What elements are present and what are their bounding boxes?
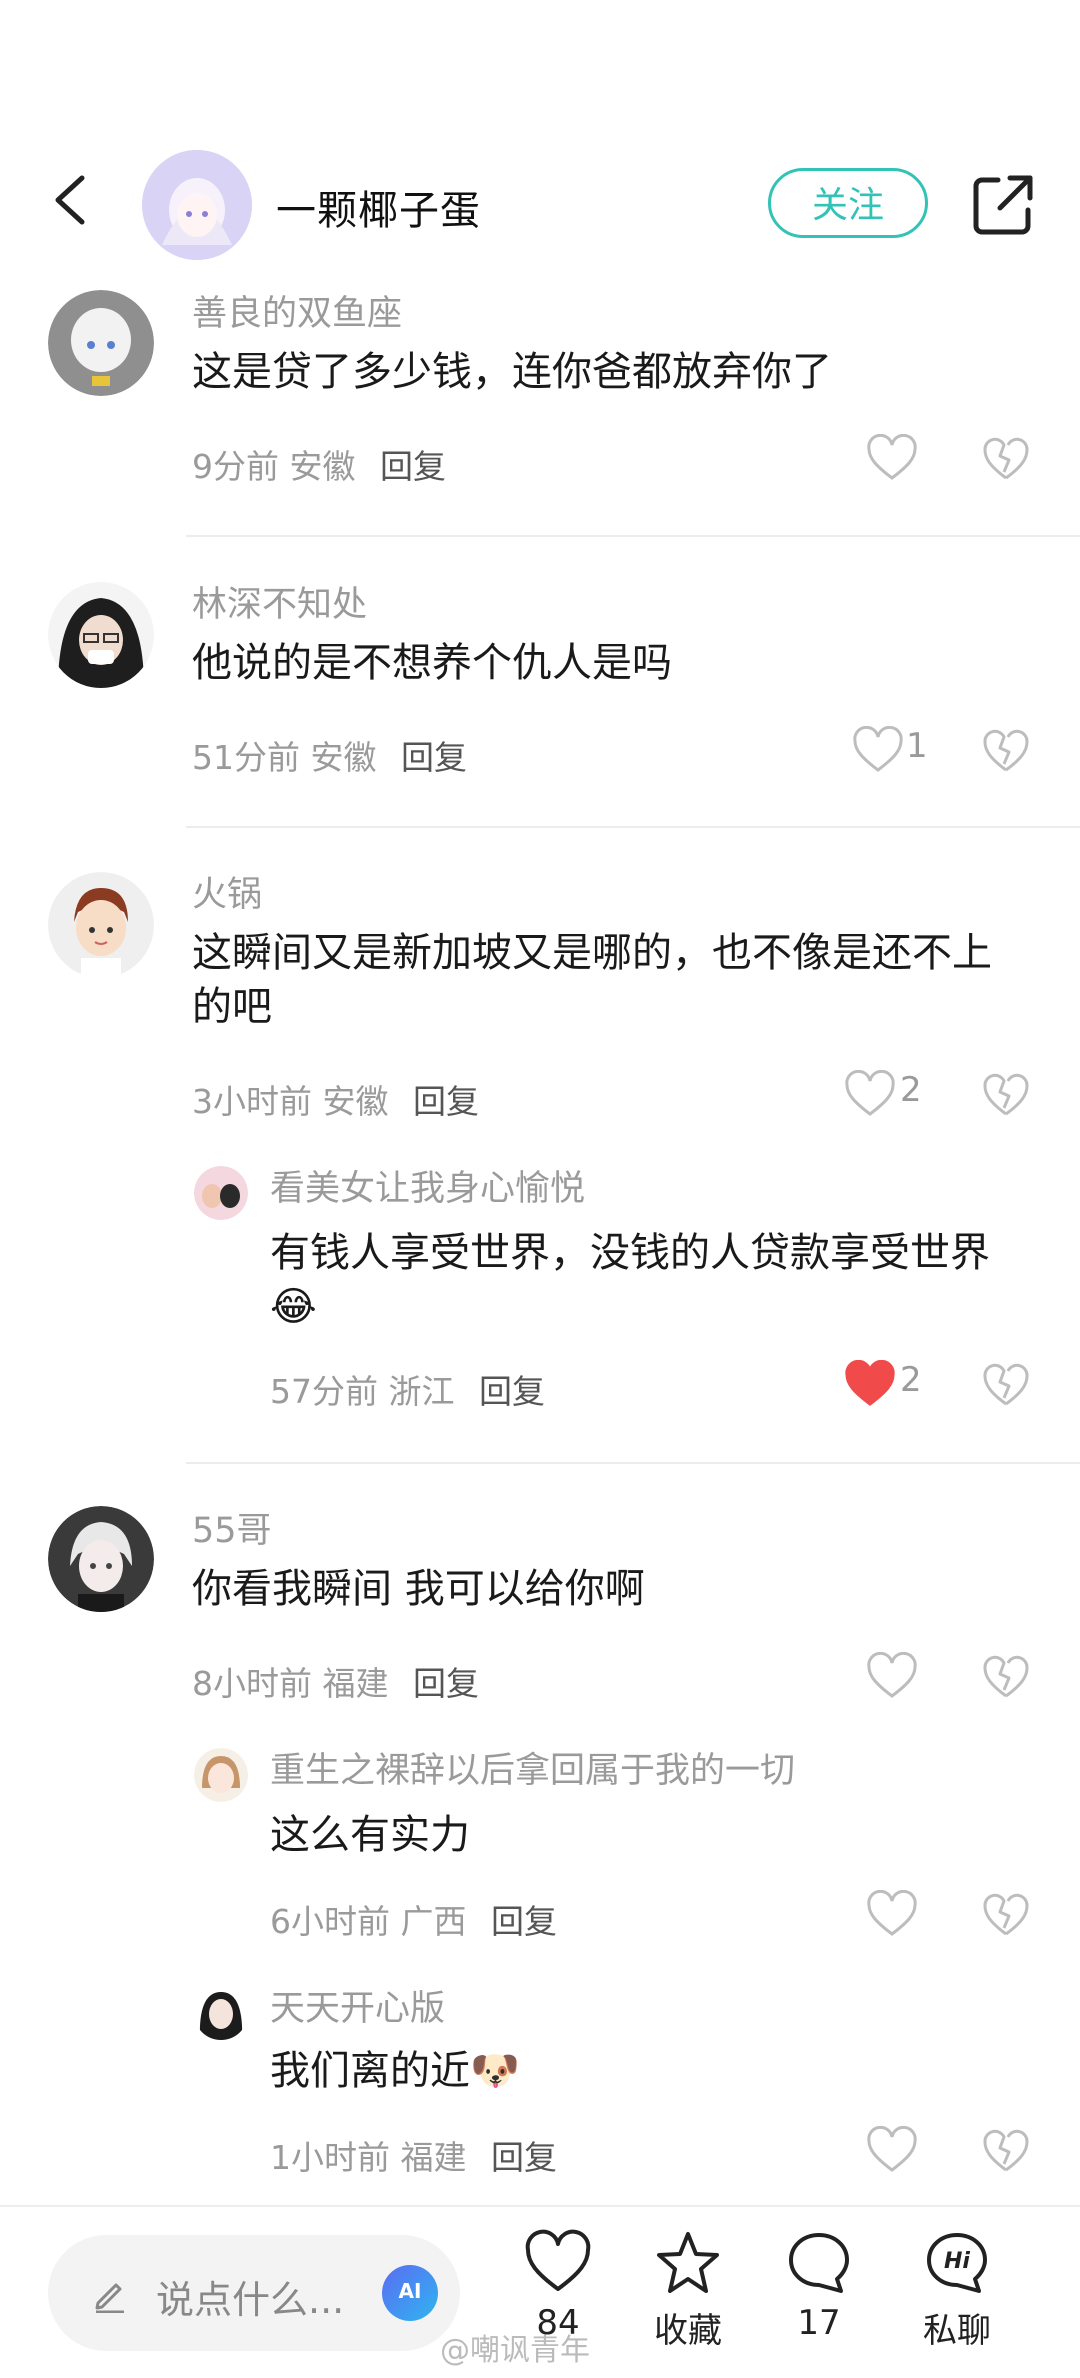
chat-hi-text: Hi — [944, 2249, 970, 2274]
reply-text: 我们离的近🐶 — [270, 2048, 520, 2094]
comment-location: 安徽 — [322, 1082, 389, 1121]
heart-icon — [525, 2229, 591, 2291]
back-arrow-icon[interactable] — [44, 170, 104, 230]
commenter-avatar[interactable] — [48, 1506, 154, 1612]
heart-icon[interactable] — [852, 726, 904, 774]
top-header: 一颗椰子蛋 关注 — [0, 0, 1080, 290]
private-chat-button[interactable]: Hi 私聊 — [902, 2229, 1012, 2352]
ai-assistant-button[interactable]: AI — [382, 2265, 438, 2321]
comment-time: 8小时前 — [192, 1664, 312, 1703]
comment-meta: 9分前 安徽 回复 — [192, 440, 446, 488]
reply-button[interactable]: 回复 — [491, 2138, 557, 2177]
follow-button[interactable]: 关注 — [768, 168, 928, 238]
author-name[interactable]: 一颗椰子蛋 — [276, 178, 481, 236]
comment-meta: 3小时前 安徽 回复 — [192, 1075, 479, 1123]
commenter-avatar[interactable] — [48, 582, 154, 688]
like-count: 2 — [900, 1070, 922, 1110]
reply-location: 广西 — [400, 1902, 467, 1941]
reply-location: 福建 — [400, 2138, 467, 2177]
comment-location: 安徽 — [289, 447, 356, 486]
reply-button[interactable]: 回复 — [401, 738, 467, 777]
heart-icon[interactable] — [866, 2126, 918, 2174]
reply-button[interactable]: 回复 — [380, 447, 446, 486]
comment-location: 福建 — [322, 1664, 389, 1703]
comment-username[interactable]: 林深不知处 — [192, 576, 367, 627]
chat-label: 私聊 — [923, 2311, 991, 2351]
reply-text: 这么有实力 — [270, 1812, 470, 1858]
reply-time: 6小时前 — [270, 1902, 390, 1941]
reply-meta: 1小时前 福建 回复 — [270, 2131, 557, 2179]
reply-button[interactable]: 回复 — [413, 1664, 479, 1703]
reply-text: 有钱人享受世界，没钱的人贷款享受世界😂 — [270, 1230, 990, 1330]
comment-text: 这是贷了多少钱，连你爸都放弃你了 — [192, 349, 832, 395]
chat-hi-icon: Hi — [927, 2233, 987, 2293]
broken-heart-icon[interactable] — [982, 434, 1030, 482]
comment-time: 51分前 — [192, 738, 300, 777]
heart-icon[interactable] — [866, 434, 918, 482]
broken-heart-icon[interactable] — [982, 1652, 1030, 1700]
comment-username[interactable]: 火锅 — [192, 866, 262, 917]
divider — [186, 535, 1080, 537]
reply-username[interactable]: 天天开心版 — [270, 1980, 445, 2031]
heart-icon[interactable] — [844, 1070, 896, 1118]
divider — [186, 826, 1080, 828]
reply-time: 57分前 — [270, 1372, 378, 1411]
comment-username[interactable]: 55哥 — [192, 1502, 272, 1553]
reply-username[interactable]: 看美女让我身心愉悦 — [270, 1160, 585, 1211]
replier-avatar[interactable] — [194, 1748, 248, 1802]
comment-time: 9分前 — [192, 447, 279, 486]
reply-meta: 6小时前 广西 回复 — [270, 1895, 557, 1943]
heart-icon[interactable] — [866, 1890, 918, 1938]
reply-button[interactable]: 回复 — [479, 1372, 545, 1411]
collect-button[interactable]: 收藏 — [633, 2229, 743, 2352]
commenter-avatar[interactable] — [48, 872, 154, 978]
commenter-avatar[interactable] — [48, 290, 154, 396]
broken-heart-icon[interactable] — [982, 726, 1030, 774]
divider — [186, 1462, 1080, 1464]
comment-button[interactable]: 17 — [764, 2229, 874, 2343]
heart-filled-icon[interactable] — [844, 1360, 896, 1408]
comment-input[interactable]: 说点什么... AI — [48, 2235, 460, 2351]
comment-total: 17 — [797, 2303, 841, 2343]
comment-meta: 51分前 安徽 回复 — [192, 731, 467, 779]
comment-input-placeholder: 说点什么... — [156, 2278, 345, 2322]
reply-button[interactable]: 回复 — [413, 1082, 479, 1121]
comment-text: 你看我瞬间 我可以给你啊 — [192, 1566, 645, 1612]
like-count: 1 — [906, 726, 928, 766]
author-avatar[interactable] — [142, 150, 252, 260]
comment-time: 3小时前 — [192, 1082, 312, 1121]
comment-username[interactable]: 善良的双鱼座 — [192, 285, 402, 336]
comment-meta: 8小时前 福建 回复 — [192, 1657, 479, 1705]
like-count: 2 — [900, 1360, 922, 1400]
ai-label: AI — [398, 2279, 422, 2303]
share-icon[interactable] — [968, 170, 1038, 240]
replier-avatar[interactable] — [194, 1986, 248, 2040]
watermark: @嘲讽青年 — [440, 2333, 590, 2368]
comment-bubble-icon — [789, 2233, 849, 2293]
comment-text: 这瞬间又是新加坡又是哪的，也不像是还不上的吧 — [192, 930, 992, 1030]
broken-heart-icon[interactable] — [982, 2126, 1030, 2174]
star-icon — [657, 2232, 719, 2293]
broken-heart-icon[interactable] — [982, 1360, 1030, 1408]
pen-icon — [95, 2283, 124, 2313]
reply-location: 浙江 — [388, 1372, 455, 1411]
broken-heart-icon[interactable] — [982, 1890, 1030, 1938]
heart-icon[interactable] — [866, 1652, 918, 1700]
replier-avatar[interactable] — [194, 1166, 248, 1220]
broken-heart-icon[interactable] — [982, 1070, 1030, 1118]
reply-meta: 57分前 浙江 回复 — [270, 1365, 545, 1413]
collect-label: 收藏 — [654, 2311, 722, 2351]
reply-time: 1小时前 — [270, 2138, 390, 2177]
comment-location: 安徽 — [310, 738, 377, 777]
reply-button[interactable]: 回复 — [491, 1902, 557, 1941]
reply-username[interactable]: 重生之裸辞以后拿回属于我的一切 — [270, 1742, 795, 1793]
comment-text: 他说的是不想养个仇人是吗 — [192, 640, 672, 686]
